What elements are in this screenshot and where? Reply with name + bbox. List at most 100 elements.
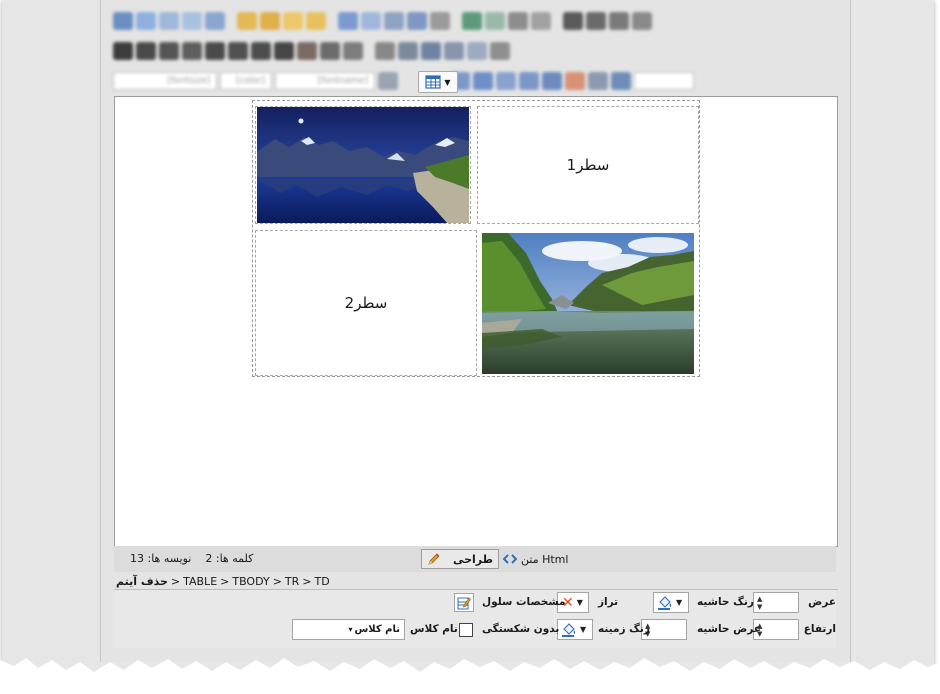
bullet-list-icon[interactable] xyxy=(421,42,441,60)
toolbar-row-2 xyxy=(113,38,835,64)
align-right-icon[interactable] xyxy=(251,42,271,60)
class-name-select[interactable]: ▾ نام کلاس xyxy=(292,619,405,640)
class-name-value: نام کلاس xyxy=(354,624,400,635)
breadcrumb-separator: > xyxy=(170,574,181,588)
breadcrumb-item-tbody[interactable]: TBODY xyxy=(232,575,269,588)
image-mountain-lake xyxy=(257,107,469,223)
toolbar-row-3: [fontsize] [color] [fontname] xyxy=(113,68,835,94)
design-canvas[interactable]: سطر1 سطر2 xyxy=(114,96,838,547)
special-char-icon[interactable] xyxy=(609,12,629,30)
link-icon[interactable] xyxy=(508,12,528,30)
html-mode-button[interactable]: متن Html xyxy=(503,553,568,566)
style-icon[interactable] xyxy=(378,72,398,90)
border-color-picker[interactable]: ▼ xyxy=(653,592,689,613)
align-center-icon[interactable] xyxy=(228,42,248,60)
zoom-icon[interactable] xyxy=(611,72,631,90)
pencil-icon xyxy=(428,553,440,565)
table-cell-image-top[interactable] xyxy=(255,106,471,224)
cell-properties-button[interactable] xyxy=(454,593,474,612)
save-icon[interactable] xyxy=(260,12,280,30)
image-icon[interactable] xyxy=(462,12,482,30)
font-name-select[interactable]: [fontname] xyxy=(275,72,375,90)
paragraph-select[interactable] xyxy=(634,72,694,90)
strike-icon[interactable] xyxy=(182,42,202,60)
align-left-icon[interactable] xyxy=(205,42,225,60)
cell-text-row1: سطر1 xyxy=(566,156,610,174)
anchor-icon[interactable] xyxy=(563,12,583,30)
border-width-label: عرض حاشیه xyxy=(697,623,761,635)
col-insert-icon[interactable] xyxy=(496,72,516,90)
font-size-select[interactable]: [fontsize] xyxy=(113,72,217,90)
outdent-icon[interactable] xyxy=(398,42,418,60)
document-stats: کلمه ها: 2 نویسه ها: 13 xyxy=(130,552,253,565)
subscript-icon[interactable] xyxy=(320,42,340,60)
breadcrumb-separator: > xyxy=(220,574,230,588)
align-label: تراز xyxy=(598,596,619,608)
print-icon[interactable] xyxy=(113,12,133,30)
toolbar-row-1 xyxy=(113,8,835,34)
border-color-label: رنگ حاشیه xyxy=(697,596,754,608)
redo-icon[interactable] xyxy=(361,12,381,30)
chevron-down-icon: ▼ xyxy=(444,77,451,87)
template-icon[interactable] xyxy=(306,12,326,30)
row-insert-icon[interactable] xyxy=(473,72,493,90)
copy-icon[interactable] xyxy=(182,12,202,30)
table-cell-row2[interactable]: سطر2 xyxy=(255,230,477,376)
image-fjord xyxy=(482,232,694,374)
cell-text-row2: سطر2 xyxy=(344,294,388,312)
breadcrumb-item-td[interactable]: TD xyxy=(315,575,330,588)
cell-split-icon[interactable] xyxy=(565,72,585,90)
clear-format-icon[interactable] xyxy=(490,42,510,60)
paint-bucket-icon xyxy=(562,622,576,637)
spinner-arrows-icon[interactable]: ▲ ▼ xyxy=(757,595,763,611)
preview-icon[interactable] xyxy=(136,12,156,30)
class-name-label: نام کلاس xyxy=(410,623,458,635)
design-mode-button[interactable]: طراحی xyxy=(421,549,499,569)
justify-icon[interactable] xyxy=(274,42,294,60)
breadcrumb: حذف آیتم > TABLE > TBODY > TR > TD xyxy=(114,573,838,590)
chevron-down-icon: ▼ xyxy=(576,598,583,607)
table-props-icon[interactable] xyxy=(588,72,608,90)
cut-icon[interactable] xyxy=(159,12,179,30)
nowrap-checkbox[interactable] xyxy=(459,623,473,637)
col-delete-icon[interactable] xyxy=(542,72,562,90)
breadcrumb-item-table[interactable]: TABLE xyxy=(183,575,217,588)
underline-icon[interactable] xyxy=(159,42,179,60)
hr-icon[interactable] xyxy=(586,12,606,30)
superscript-icon[interactable] xyxy=(343,42,363,60)
design-mode-label: طراحی xyxy=(452,552,493,566)
width-input[interactable]: ▲ ▼ xyxy=(753,592,799,613)
word-count: کلمه ها: 2 xyxy=(205,552,254,565)
breadcrumb-item-tr[interactable]: TR xyxy=(285,575,299,588)
bold-icon[interactable] xyxy=(113,42,133,60)
media-icon[interactable] xyxy=(485,12,505,30)
chevron-down-icon: ▼ xyxy=(676,598,683,607)
spell-icon[interactable] xyxy=(430,12,450,30)
nowrap-label: بدون شکستگی xyxy=(482,623,560,635)
remove-item-link[interactable]: حذف آیتم xyxy=(116,575,168,588)
html-mode-label: متن Html xyxy=(521,552,569,566)
paste-icon[interactable] xyxy=(205,12,225,30)
row-delete-icon[interactable] xyxy=(519,72,539,90)
direction-icon[interactable] xyxy=(467,42,487,60)
find-icon[interactable] xyxy=(384,12,404,30)
table-cell-row1[interactable]: سطر1 xyxy=(477,106,699,224)
content-table[interactable]: سطر1 سطر2 xyxy=(252,100,700,377)
insert-table-button[interactable]: ▼ xyxy=(418,71,458,93)
edit-table-icon xyxy=(457,597,471,609)
fullscreen-icon[interactable] xyxy=(632,12,652,30)
code-brackets-icon xyxy=(503,554,517,564)
font-color-select[interactable]: [color] xyxy=(220,72,272,90)
unlink-icon[interactable] xyxy=(531,12,551,30)
number-list-icon[interactable] xyxy=(444,42,464,60)
undo-icon[interactable] xyxy=(338,12,358,30)
cell-props-label: مشخصات سلول xyxy=(482,596,566,608)
indent-icon[interactable] xyxy=(375,42,395,60)
new-doc-icon[interactable] xyxy=(283,12,303,30)
bg-color-picker[interactable]: ▼ xyxy=(557,619,593,640)
selected-format-icon[interactable] xyxy=(297,42,317,60)
table-cell-image-bottom[interactable] xyxy=(477,230,699,376)
italic-icon[interactable] xyxy=(136,42,156,60)
replace-icon[interactable] xyxy=(407,12,427,30)
open-folder-icon[interactable] xyxy=(237,12,257,30)
